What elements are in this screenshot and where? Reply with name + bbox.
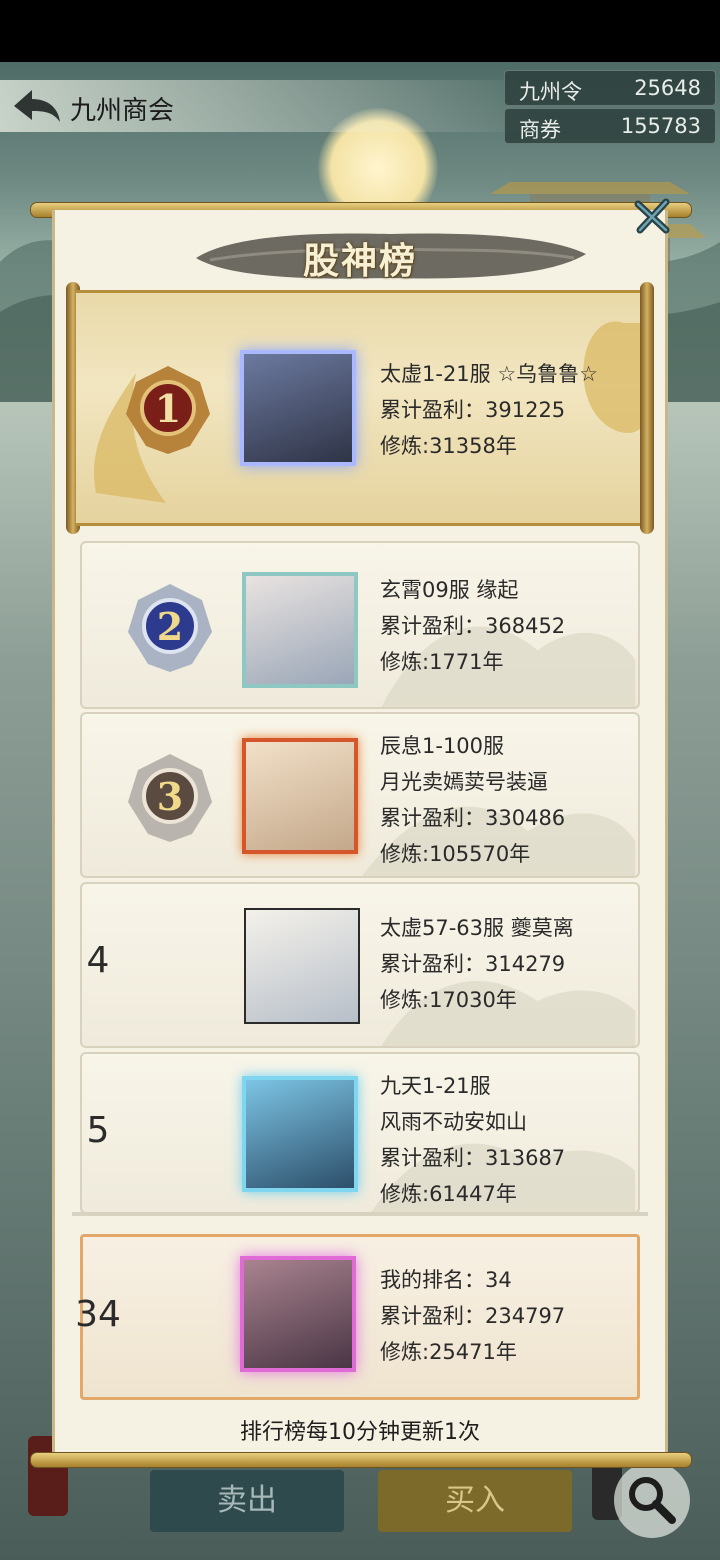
svg-text:2: 2 [157,604,183,649]
rank-4-info: 太虚57-63服 夔莫离 累计盈利：314279 修炼:17030年 [380,910,574,1018]
rank-number: 4 [86,940,110,981]
back-arrow-icon[interactable] [8,84,64,128]
buy-button[interactable]: 买入 [378,1470,572,1532]
player-profit: 累计盈利：391225 [380,398,566,422]
player-profit: 累计盈利：314279 [380,952,566,976]
update-note: 排行榜每10分钟更新1次 [240,1420,480,1445]
player-cultivation: 修炼:31358年 [380,434,517,458]
player-server-name: 玄霄09服 缘起 [380,578,519,602]
rank-3-medal-icon: 3 [128,754,212,842]
player-cultivation: 修炼:1771年 [380,650,504,674]
list-divider [72,1212,648,1216]
rank-2-medal-icon: 2 [128,584,212,672]
rank-5-info: 九天1-21服 风雨不动安如山 累计盈利：313687 修炼:61447年 [380,1068,565,1212]
player-cultivation: 修炼:61447年 [380,1182,517,1206]
player-profit: 累计盈利：330486 [380,806,566,830]
currency-label: 商券 [519,118,561,142]
my-cultivation: 修炼:25471年 [380,1340,517,1364]
currency-value: 25648 [634,76,701,100]
player-profit: 累计盈利：368452 [380,614,566,638]
scroll-rod-bottom [30,1452,692,1468]
rank-1-medal-icon: 1 [126,366,210,454]
currency-label: 九州令 [519,80,582,104]
player-server-name: 太虚57-63服 夔莫离 [380,916,574,940]
rank-4-avatar[interactable] [244,908,360,1024]
header-bar: 九州商会 [0,80,540,132]
rank-3-info: 辰息1-100服 月光卖嫣荬号装逼 累计盈利：330486 修炼:105570年 [380,728,565,872]
currency-shangquan: 商券 155783 [504,108,716,144]
page-title: 九州商会 [70,96,175,126]
player-cultivation: 修炼:17030年 [380,988,517,1012]
scroll-roll-right [640,282,654,534]
rank-1-info: 太虚1-21服 ☆乌鲁鲁☆ 累计盈利：391225 修炼:31358年 [380,356,598,464]
rank-1-avatar[interactable] [240,350,356,466]
player-server-name: 辰息1-100服 [380,734,505,758]
player-profit: 累计盈利：313687 [380,1146,566,1170]
currency-value: 155783 [620,114,701,138]
my-rank-info: 我的排名：34 累计盈利：234797 修炼:25471年 [380,1262,565,1370]
rank-number: 5 [86,1110,110,1151]
svg-text:1: 1 [155,386,181,431]
svg-text:3: 3 [157,774,183,819]
my-rank-label: 我的排名：34 [380,1268,512,1292]
rank-5-avatar[interactable] [242,1076,358,1192]
status-bar [0,0,720,62]
search-icon[interactable] [612,1460,692,1540]
rank-2-info: 玄霄09服 缘起 累计盈利：368452 修炼:1771年 [380,572,565,680]
player-server-name: 太虚1-21服 ☆乌鲁鲁☆ [380,362,598,386]
currency-jiuzhouling: 九州令 25648 [504,70,716,106]
close-icon[interactable] [632,196,672,236]
rank-3-avatar[interactable] [242,738,358,854]
my-rank-number: 34 [75,1294,121,1335]
sell-button[interactable]: 卖出 [150,1470,344,1532]
player-server-name: 九天1-21服 [380,1074,491,1098]
player-name: 月光卖嫣荬号装逼 [380,770,548,794]
player-cultivation: 修炼:105570年 [380,842,531,866]
modal-title: 股神榜 [302,241,417,282]
my-profit: 累计盈利：234797 [380,1304,566,1328]
my-avatar[interactable] [240,1256,356,1372]
player-name: 风雨不动安如山 [380,1110,527,1134]
rank-2-avatar[interactable] [242,572,358,688]
